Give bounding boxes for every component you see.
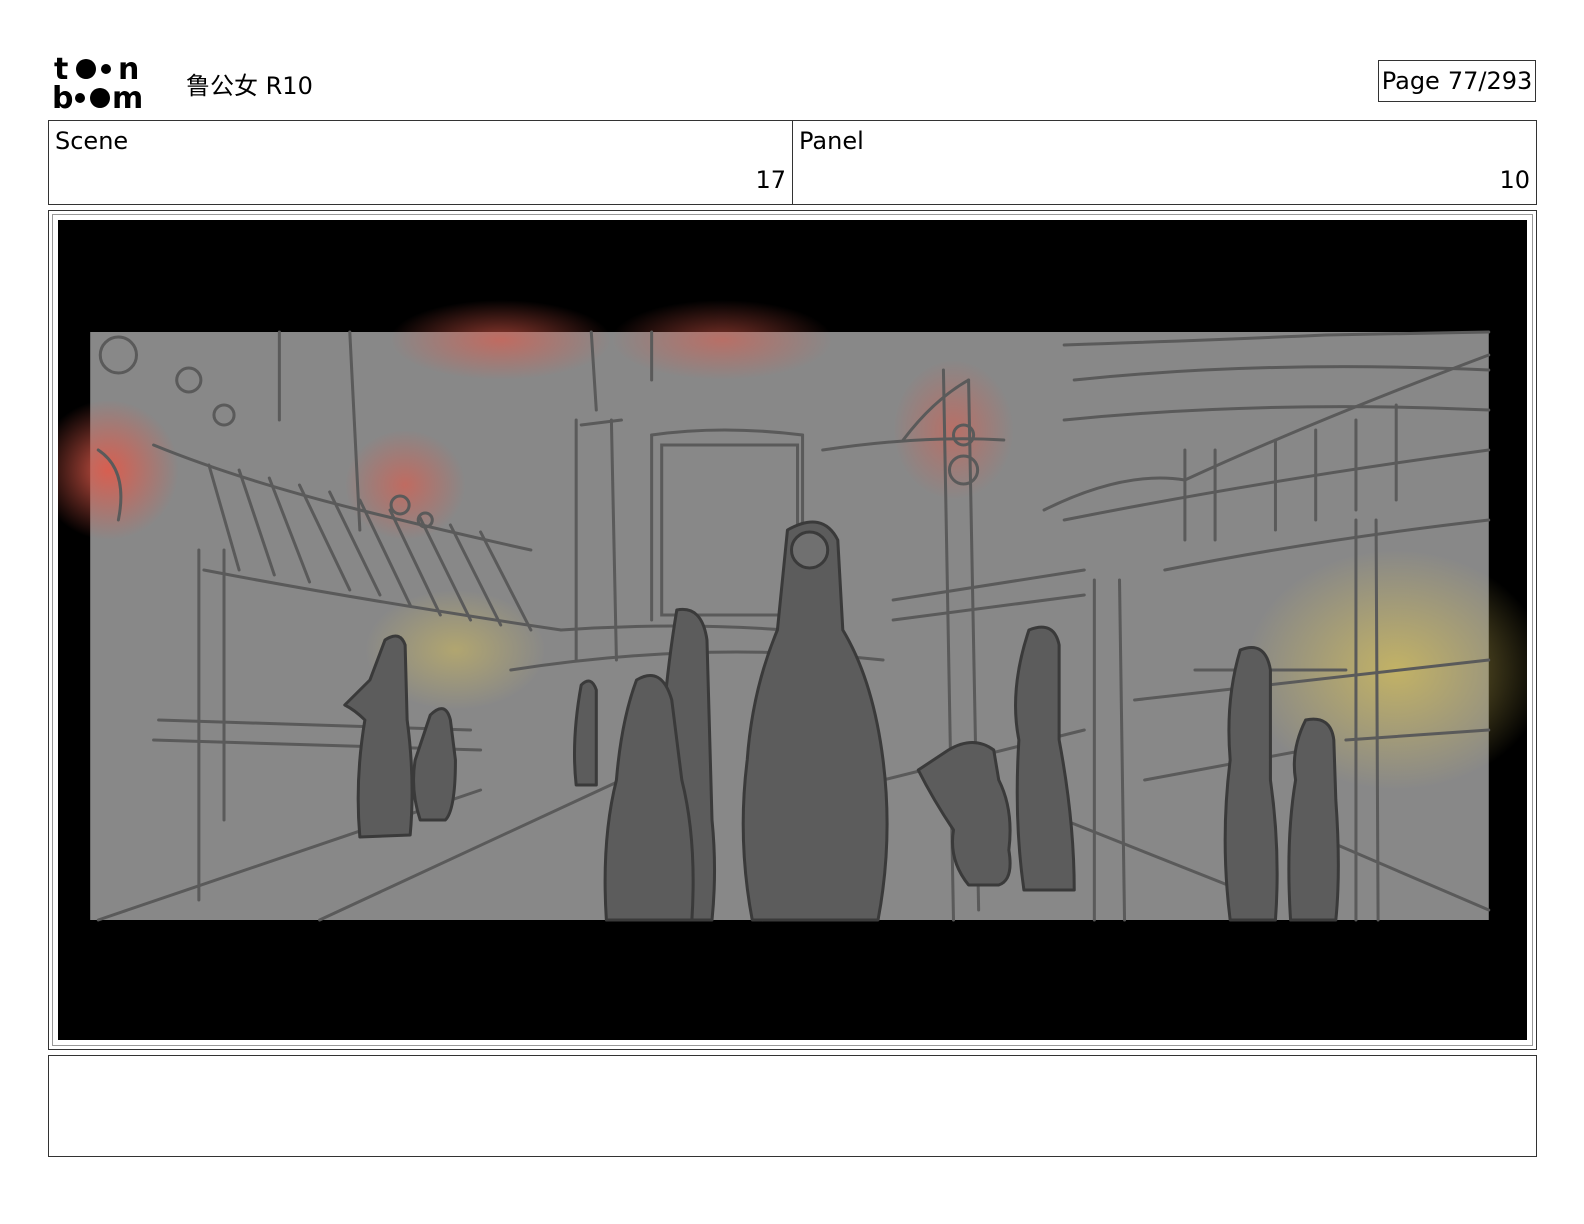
page-number: 77/293 xyxy=(1447,67,1533,95)
page-indicator: Page 77/293 xyxy=(1378,60,1536,102)
scene-number: 17 xyxy=(755,166,786,194)
scene-panel-table: Scene 17 Panel 10 xyxy=(48,120,1537,205)
panel-label: Panel xyxy=(799,127,864,155)
scene-label: Scene xyxy=(55,127,129,155)
panel-cell: Panel 10 xyxy=(792,121,1536,204)
panel-number: 10 xyxy=(1499,166,1530,194)
scene-area xyxy=(58,300,1527,922)
page-label: Page xyxy=(1381,67,1440,95)
panel-notes-box xyxy=(48,1055,1537,1157)
project-title: 鲁公女 R10 xyxy=(186,72,313,100)
toonboom-logo: t n b m xyxy=(52,52,143,112)
svg-text:m: m xyxy=(112,81,143,112)
scene-cell: Scene 17 xyxy=(49,121,792,204)
svg-text:b: b xyxy=(52,81,73,112)
storyboard-sketch-image xyxy=(58,220,1527,1040)
storyboard-panel-inner xyxy=(52,214,1533,1046)
storyboard-panel-frame xyxy=(48,210,1537,1050)
